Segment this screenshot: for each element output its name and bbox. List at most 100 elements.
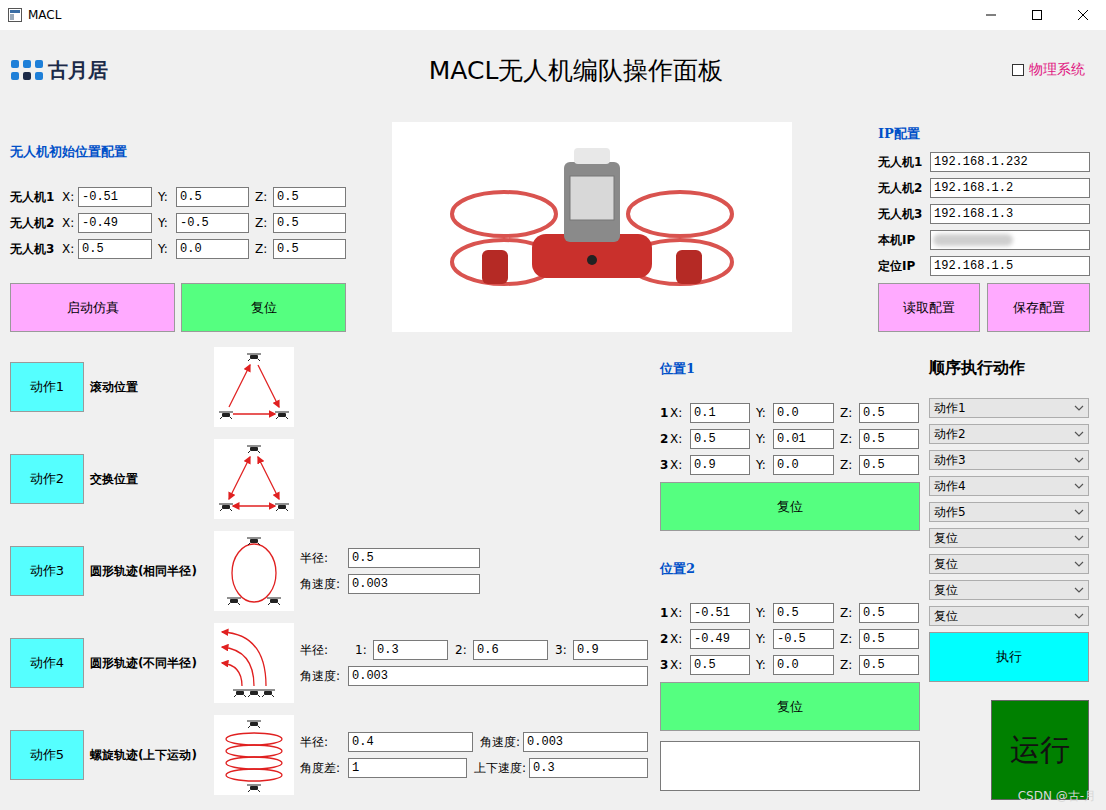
z-field[interactable]: 0.5 — [273, 187, 346, 207]
step-value[interactable]: 动作4 — [934, 478, 966, 495]
x-field[interactable]: 0.9 — [690, 455, 750, 475]
step-value[interactable]: 复位 — [934, 608, 958, 625]
x-field[interactable]: 0.5 — [690, 655, 750, 675]
action-button[interactable]: 动作3 — [10, 546, 84, 596]
step-value[interactable]: 动作2 — [934, 426, 966, 443]
step-value[interactable]: 复位 — [934, 582, 958, 599]
action-label: 滚动位置 — [90, 379, 214, 396]
action-button[interactable]: 动作4 — [10, 638, 84, 688]
step-value[interactable]: 复位 — [934, 556, 958, 573]
x-field[interactable]: 0.5 — [78, 239, 152, 259]
maximize-icon[interactable] — [1014, 0, 1060, 30]
z-field[interactable]: 0.5 — [273, 213, 346, 233]
physics-option[interactable]: 物理系统 — [1012, 61, 1096, 79]
ip-field[interactable]: 192.168.1.5 — [930, 256, 1090, 276]
step-value[interactable]: 动作3 — [934, 452, 966, 469]
z-field[interactable]: 0.5 — [859, 403, 919, 423]
step-dropdown[interactable]: 复位 — [929, 554, 1089, 574]
load-config-button[interactable]: 读取配置 — [878, 283, 980, 332]
y-field[interactable]: -0.5 — [773, 629, 834, 649]
row-number: 3 — [660, 658, 670, 672]
reset-button[interactable]: 复位 — [660, 482, 920, 531]
x-field[interactable]: 0.1 — [690, 403, 750, 423]
reset-button[interactable]: 复位 — [660, 682, 920, 731]
step-value[interactable]: 动作1 — [934, 400, 966, 417]
param-field[interactable]: 0.9 — [573, 640, 648, 660]
param-field[interactable]: 1 — [348, 758, 467, 778]
z-field[interactable]: 0.5 — [859, 655, 919, 675]
param-field[interactable]: 0.003 — [523, 732, 648, 752]
y-field[interactable]: 0.01 — [773, 429, 834, 449]
x-field[interactable]: -0.51 — [78, 187, 152, 207]
action-params: 半径:0.5 角速度:0.003 — [300, 548, 648, 594]
param-field[interactable]: 0.3 — [373, 640, 448, 660]
x-field[interactable]: -0.51 — [690, 603, 750, 623]
param-field[interactable]: 0.3 — [529, 758, 648, 778]
action-row: 动作4圆形轨迹(不同半径)半径:1:0.32:0.63:0.9角速度:0.003 — [10, 623, 648, 703]
axis-label: Y: — [158, 216, 176, 230]
logo-icon — [10, 58, 44, 82]
header: 古月居MACL无人机编队操作面板物理系统 — [0, 30, 1106, 110]
start-sim-button[interactable]: 启动仿真 — [10, 283, 175, 332]
y-field[interactable]: 0.0 — [773, 455, 834, 475]
actions-panel: 动作1滚动位置动作2交换位置动作3圆形轨迹(相同半径)半径:0.5角速度:0.0… — [0, 332, 648, 810]
step-dropdown[interactable]: 动作4 — [929, 476, 1089, 496]
save-config-button[interactable]: 保存配置 — [987, 283, 1090, 332]
param-row: 半径:0.4角速度:0.003 — [300, 732, 648, 752]
positions-panel: 位置11X:0.1Y:0.0Z:0.52X:0.5Y:0.01Z:0.53X:0… — [660, 332, 920, 810]
step-dropdown[interactable]: 动作3 — [929, 450, 1089, 470]
z-field[interactable]: 0.5 — [859, 455, 919, 475]
output-box[interactable] — [660, 741, 920, 791]
param-label: 1: — [355, 643, 373, 657]
action-button[interactable]: 动作1 — [10, 362, 84, 412]
panel-title: MACL无人机编队操作面板 — [140, 54, 1012, 87]
axis-label: X: — [670, 606, 690, 620]
close-icon[interactable] — [1060, 0, 1106, 30]
mask-blur — [933, 260, 1013, 272]
reset-button[interactable]: 复位 — [181, 283, 346, 332]
param-row: 半径:0.5 — [300, 548, 648, 568]
y-field[interactable]: -0.5 — [176, 213, 249, 233]
z-field[interactable]: 0.5 — [859, 629, 919, 649]
physics-checkbox[interactable] — [1012, 64, 1024, 76]
step-value[interactable]: 复位 — [934, 530, 958, 547]
action-button[interactable]: 动作5 — [10, 730, 84, 780]
step-dropdown[interactable]: 复位 — [929, 606, 1089, 626]
y-field[interactable]: 0.0 — [773, 403, 834, 423]
param-field[interactable]: 0.003 — [348, 574, 480, 594]
z-field[interactable]: 0.5 — [273, 239, 346, 259]
step-dropdown[interactable]: 复位 — [929, 528, 1089, 548]
step-dropdown[interactable]: 动作2 — [929, 424, 1089, 444]
z-field[interactable]: 0.5 — [859, 603, 919, 623]
y-field[interactable]: 0.5 — [773, 603, 834, 623]
ip-field[interactable] — [930, 230, 1090, 250]
ip-field[interactable]: 192.168.1.2 — [930, 178, 1090, 198]
x-field[interactable]: -0.49 — [78, 213, 152, 233]
minimize-icon[interactable] — [968, 0, 1014, 30]
param-row: 半径:1:0.32:0.63:0.9 — [300, 640, 648, 660]
physics-label[interactable]: 物理系统 — [1029, 61, 1085, 79]
step-dropdown[interactable]: 复位 — [929, 580, 1089, 600]
z-field[interactable]: 0.5 — [859, 429, 919, 449]
y-field[interactable]: 0.5 — [176, 187, 249, 207]
action-params: 半径:0.4角速度:0.003 角度差:1上下速度:0.3 — [300, 732, 648, 778]
param-row: 角度差:1上下速度:0.3 — [300, 758, 648, 778]
y-field[interactable]: 0.0 — [176, 239, 249, 259]
ip-field[interactable]: 192.168.1.3 — [930, 204, 1090, 224]
param-label: 3: — [555, 643, 573, 657]
param-label: 角速度: — [300, 576, 348, 593]
step-value[interactable]: 动作5 — [934, 504, 966, 521]
param-field[interactable]: 0.003 — [348, 666, 648, 686]
step-dropdown[interactable]: 动作1 — [929, 398, 1089, 418]
ip-field[interactable]: 192.168.1.232 — [930, 152, 1090, 172]
action-button[interactable]: 动作2 — [10, 454, 84, 504]
y-field[interactable]: 0.0 — [773, 655, 834, 675]
param-field[interactable]: 0.4 — [348, 732, 473, 752]
run-button[interactable]: 运行 — [991, 700, 1089, 800]
execute-button[interactable]: 执行 — [929, 632, 1089, 682]
x-field[interactable]: 0.5 — [690, 429, 750, 449]
x-field[interactable]: -0.49 — [690, 629, 750, 649]
step-dropdown[interactable]: 动作5 — [929, 502, 1089, 522]
param-field[interactable]: 0.6 — [473, 640, 548, 660]
param-field[interactable]: 0.5 — [348, 548, 480, 568]
